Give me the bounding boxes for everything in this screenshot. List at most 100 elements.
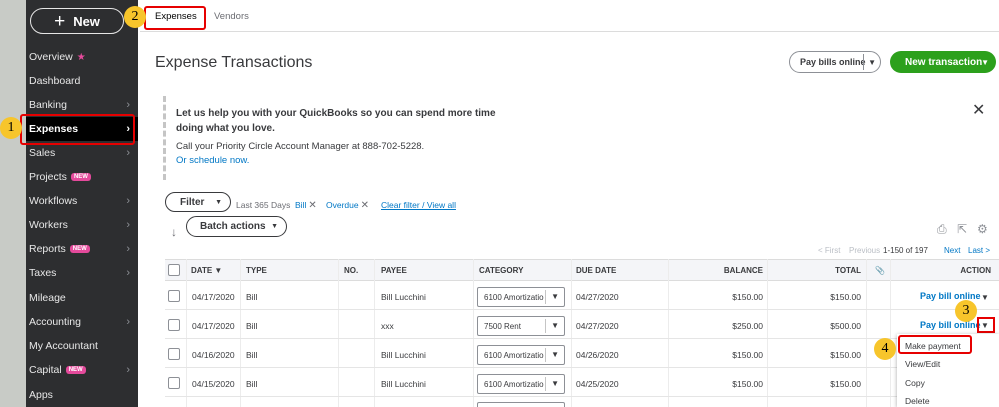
- sidebar-item-reports[interactable]: Reports NEW ›: [26, 237, 138, 261]
- sidebar-item-label: Dashboard: [29, 75, 81, 87]
- menu-item-view-edit[interactable]: View/Edit: [905, 359, 940, 369]
- column-header-type[interactable]: TYPE: [246, 266, 267, 275]
- sidebar-item-apps[interactable]: Apps: [26, 383, 138, 407]
- row-checkbox[interactable]: [168, 290, 180, 302]
- row-type: Bill: [246, 292, 258, 302]
- sidebar-item-label: Capital: [29, 364, 62, 376]
- sidebar-item-label: Apps: [29, 389, 53, 401]
- chevron-right-icon: ›: [126, 195, 130, 207]
- column-header-due-date[interactable]: DUE DATE: [576, 266, 616, 275]
- chevron-down-icon: ▼: [271, 223, 278, 230]
- tab-vendors[interactable]: Vendors: [214, 11, 249, 22]
- category-select[interactable]: 7500 Rent ▼: [477, 316, 565, 336]
- highlight-box-action-caret: [977, 317, 995, 333]
- sidebar-item-label: My Accountant: [29, 340, 98, 352]
- category-select[interactable]: [477, 402, 565, 407]
- row-checkbox[interactable]: [168, 319, 180, 331]
- close-icon[interactable]: ✕: [972, 100, 985, 120]
- row-payee: Bill Lucchini: [381, 379, 426, 389]
- column-header-category[interactable]: CATEGORY: [479, 266, 523, 275]
- new-button[interactable]: + New: [30, 8, 124, 34]
- category-select[interactable]: 6100 Amortizatio ▼: [477, 374, 565, 394]
- clear-filter-link[interactable]: Clear filter / View all: [381, 200, 456, 210]
- pay-bill-online-link[interactable]: Pay bill online: [920, 291, 981, 301]
- row-total: $150.00: [830, 292, 861, 302]
- category-select[interactable]: 6100 Amortizatio ▼: [477, 345, 565, 365]
- sidebar-item-label: Workflows: [29, 195, 78, 207]
- batch-actions-label: Batch actions: [200, 221, 266, 232]
- column-header-date[interactable]: DATE ▼: [191, 266, 222, 275]
- row-date: 04/16/2020: [192, 350, 235, 360]
- category-select[interactable]: 6100 Amortizatio ▼: [477, 287, 565, 307]
- sidebar-item-mileage[interactable]: Mileage: [26, 286, 138, 310]
- filter-button[interactable]: Filter ▼: [165, 192, 231, 212]
- tab-divider: [140, 31, 999, 32]
- sidebar-item-workers[interactable]: Workers ›: [26, 213, 138, 237]
- sidebar-item-dashboard[interactable]: Dashboard: [26, 69, 138, 93]
- chip-label: Overdue: [326, 200, 359, 210]
- filter-label: Filter: [180, 196, 205, 208]
- row-due-date: 04/25/2020: [576, 379, 619, 389]
- sidebar-item-accounting[interactable]: Accounting ›: [26, 310, 138, 334]
- sidebar-item-label: Taxes: [29, 267, 57, 279]
- new-transaction-button[interactable]: New transaction ▼: [890, 51, 996, 73]
- row-payee: Bill Lucchini: [381, 350, 426, 360]
- sidebar-item-label: Accounting: [29, 316, 81, 328]
- sort-arrow-icon[interactable]: ↓: [171, 225, 177, 239]
- category-value: 6100 Amortizatio: [484, 380, 544, 389]
- app-window: + New Overview ★ Dashboard Banking › Exp…: [0, 0, 999, 407]
- chevron-down-icon: ▼: [551, 292, 559, 301]
- column-header-payee[interactable]: PAYEE: [381, 266, 407, 275]
- close-icon[interactable]: ✕: [361, 200, 369, 211]
- row-checkbox[interactable]: [168, 377, 180, 389]
- category-value: 6100 Amortizatio: [484, 293, 544, 302]
- chevron-down-icon[interactable]: ▼: [868, 58, 876, 67]
- schedule-now-link[interactable]: Or schedule now.: [176, 155, 249, 166]
- menu-item-copy[interactable]: Copy: [905, 378, 925, 388]
- gear-icon[interactable]: ⚙: [977, 222, 988, 236]
- select-all-checkbox[interactable]: [168, 264, 180, 276]
- sidebar-item-projects[interactable]: Projects NEW: [26, 165, 138, 189]
- pagination-next[interactable]: Next: [944, 246, 960, 255]
- select-divider: [545, 319, 546, 333]
- row-due-date: 04/27/2020: [576, 292, 619, 302]
- sort-down-icon: ▼: [214, 266, 223, 275]
- chevron-down-icon[interactable]: ▼: [981, 293, 989, 302]
- row-checkbox[interactable]: [168, 348, 180, 360]
- column-header-balance[interactable]: BALANCE: [700, 266, 763, 275]
- row-balance: $150.00: [732, 350, 763, 360]
- close-icon[interactable]: ✕: [308, 200, 316, 211]
- batch-actions-button[interactable]: Batch actions ▼: [186, 216, 287, 237]
- pagination-last[interactable]: Last >: [968, 246, 990, 255]
- pay-bills-online-label: Pay bills online: [800, 57, 866, 67]
- sidebar-item-workflows[interactable]: Workflows ›: [26, 189, 138, 213]
- row-type: Bill: [246, 379, 258, 389]
- export-icon[interactable]: ⇱: [957, 222, 967, 236]
- sidebar-item-taxes[interactable]: Taxes ›: [26, 261, 138, 285]
- sidebar-item-label: Reports: [29, 243, 66, 255]
- chip-label: Bill: [295, 200, 307, 210]
- filter-chip-bill[interactable]: Bill ✕: [295, 200, 317, 211]
- chevron-right-icon: ›: [126, 316, 130, 328]
- menu-item-delete[interactable]: Delete: [905, 396, 930, 406]
- sidebar-item-my-accountant[interactable]: My Accountant: [26, 334, 138, 358]
- new-badge: NEW: [65, 366, 86, 374]
- pay-bill-online-link[interactable]: Pay bill online: [920, 320, 981, 330]
- sidebar-item-capital[interactable]: Capital NEW ›: [26, 358, 138, 382]
- row-type: Bill: [246, 350, 258, 360]
- column-header-total[interactable]: TOTAL: [800, 266, 861, 275]
- highlight-box-expenses: [20, 114, 135, 145]
- star-icon: ★: [76, 51, 86, 63]
- sidebar-item-overview[interactable]: Overview ★: [26, 45, 138, 69]
- column-header-no[interactable]: NO.: [344, 266, 358, 275]
- print-icon[interactable]: ⎙: [937, 222, 947, 237]
- paperclip-icon: 📎: [875, 266, 885, 275]
- sidebar-item-label: Banking: [29, 99, 67, 111]
- row-balance: $250.00: [732, 321, 763, 331]
- banner-call-text: Call your Priority Circle Account Manage…: [176, 141, 425, 152]
- sidebar-item-label: Overview: [29, 51, 73, 63]
- filter-chip-overdue[interactable]: Overdue ✕: [326, 200, 369, 211]
- pay-bills-online-button[interactable]: Pay bills online ▼: [789, 51, 881, 73]
- column-header-action: ACTION: [960, 266, 991, 275]
- row-payee: Bill Lucchini: [381, 292, 426, 302]
